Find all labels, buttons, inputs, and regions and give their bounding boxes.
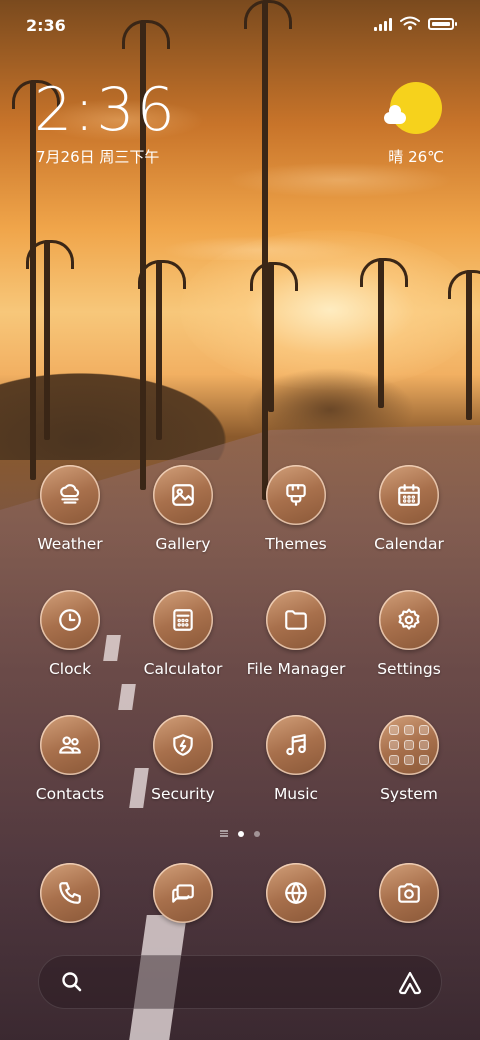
messages-icon [153,863,213,923]
themes-icon [266,465,326,525]
status-bar: 2:36 [0,0,480,50]
app-label: Contacts [35,785,105,803]
page-indicator[interactable] [0,830,480,837]
contacts-icon [40,715,100,775]
home-screen: 2:36 2:36 7月26日 周三下午 晴 26℃ Weather Galle… [0,0,480,1040]
wallpaper-lamp [250,262,298,412]
wallpaper-lamp [138,260,186,440]
app-label: Weather [37,535,103,553]
gear-icon [379,590,439,650]
shield-icon [153,715,213,775]
app-calendar[interactable]: Calendar [354,465,464,553]
battery-icon [428,17,457,30]
app-themes[interactable]: Themes [241,465,351,553]
app-gallery[interactable]: Gallery [128,465,238,553]
calculator-icon [153,590,213,650]
clock-widget-time[interactable]: 2:36 [34,78,177,142]
dock-phone[interactable] [15,863,125,923]
search-icon[interactable] [60,970,84,994]
camera-icon [379,863,439,923]
app-label: Themes [265,535,327,553]
status-icons [374,16,457,31]
app-clock[interactable]: Clock [15,590,125,678]
search-bar[interactable] [38,955,442,1009]
dock-messages[interactable] [128,863,238,923]
app-label: Clock [48,660,92,678]
signal-icon [374,17,392,31]
gallery-icon [153,465,213,525]
dock-camera[interactable] [354,863,464,923]
app-label: System [380,785,438,803]
phone-icon [40,863,100,923]
page-dot-active [238,830,244,837]
status-time: 2:36 [26,16,66,35]
app-contacts[interactable]: Contacts [15,715,125,803]
app-label: Calendar [374,535,444,553]
app-label: Settings [377,660,441,678]
app-music[interactable]: Music [241,715,351,803]
app-weather[interactable]: Weather [15,465,125,553]
app-calculator[interactable]: Calculator [128,590,238,678]
app-label: Music [273,785,319,803]
folder-icon [266,590,326,650]
clock-widget-date[interactable]: 7月26日 周三下午 [36,146,159,167]
music-icon [266,715,326,775]
app-settings[interactable]: Settings [354,590,464,678]
page-dot [254,830,260,837]
dock-browser[interactable] [241,863,351,923]
assistant-icon[interactable] [396,970,424,996]
app-system-folder[interactable]: System [354,715,464,803]
folder-grid-icon [379,715,439,775]
wifi-icon [400,16,420,30]
wallpaper-lamp [244,0,292,500]
wallpaper-lamp [26,240,74,440]
app-label: Security [151,785,215,803]
app-label: File Manager [246,660,346,678]
weather-widget-text[interactable]: 晴 26℃ [388,146,444,167]
browser-icon [266,863,326,923]
app-label: Calculator [143,660,223,678]
wallpaper-lamp [448,270,480,420]
calendar-icon [379,465,439,525]
app-security[interactable]: Security [128,715,238,803]
cloud-icon [384,105,406,124]
clock-icon [40,590,100,650]
app-label: Gallery [155,535,211,553]
weather-icon [40,465,100,525]
menu-icon [220,830,228,837]
wallpaper-lamp [360,258,408,408]
folder-preview [389,725,429,765]
app-file-manager[interactable]: File Manager [241,590,351,678]
